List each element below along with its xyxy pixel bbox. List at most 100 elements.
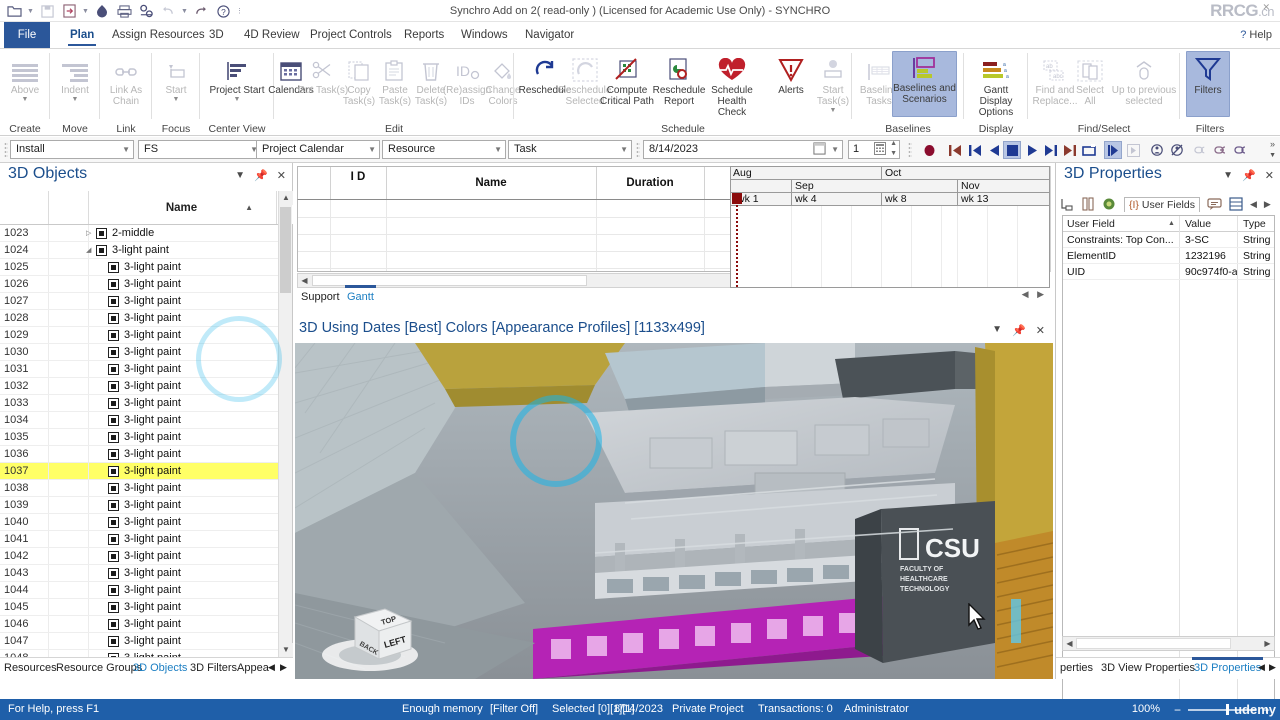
table-row[interactable]: 1046 3-light paint [0,616,279,633]
scroll-up-arrow[interactable]: ▲ [279,191,293,205]
sun-study-off-button[interactable] [1168,141,1186,159]
column-header-name[interactable]: Name [386,167,596,200]
pin-icon[interactable]: 📌 [254,169,268,182]
objects-vertical-scrollbar[interactable]: ▲ ▼ [278,191,293,657]
table-row[interactable]: UID 90c974f0-a... String [1063,264,1274,280]
table-row[interactable]: 1024 ◢ 3-light paint [0,242,279,259]
sun-study-button[interactable] [1148,141,1166,159]
tab-project-controls[interactable]: Project Controls [298,22,404,48]
panel-menu-icon[interactable]: ▼ [235,170,245,181]
scroll-right-arrow[interactable]: ▶ [1261,637,1274,650]
table-row[interactable]: 1027 3-light paint [0,293,279,310]
table-row[interactable]: 1037 3-light paint [0,463,279,480]
resource-type-combo[interactable]: Install ▼ [10,140,134,159]
table-row[interactable]: 1036 3-light paint [0,446,279,463]
toolbar-overflow-icon[interactable]: » ▼ [1269,139,1276,161]
column-header-id[interactable]: I D [330,167,386,200]
ribbon-button-select-all[interactable]: Select All [1070,52,1110,107]
ribbon-button-reschedule-report[interactable]: Reschedule Report [652,52,706,107]
link-view-2-button[interactable] [1212,141,1230,159]
chevron-down-icon[interactable]: ▼ [620,141,628,158]
tab-properties-truncated[interactable]: perties [1060,662,1093,674]
tab-3d[interactable]: 3D [197,22,236,48]
column-header-duration[interactable]: Duration [596,167,704,200]
table-row[interactable]: 1032 3-light paint [0,378,279,395]
ribbon-button-above[interactable]: Above ▼ [0,52,52,104]
table-row[interactable]: 1034 3-light paint [0,412,279,429]
chevron-down-icon[interactable]: ▼ [149,96,203,104]
chevron-down-icon[interactable]: ▼ [0,96,52,104]
columns-icon[interactable] [1081,197,1095,211]
tab-scroll-right-icon[interactable]: ▶ [1264,199,1271,210]
zoom-out-button[interactable]: − [1174,700,1181,720]
table-row[interactable]: 1048 3-light paint [0,650,279,657]
ribbon-button-up-to-previous-selected[interactable]: Up to previous selected [1110,52,1178,107]
list-icon[interactable] [1229,197,1243,211]
ribbon-tabstrip[interactable]: File Plan Assign Resources 3D 4D Review … [0,22,1280,48]
viewport-3d-canvas[interactable]: CSU FACULTY OF HEALTHCARE TECHNOLOGY TOP… [295,343,1053,679]
tab-scroll-left-icon[interactable]: ◀ [268,662,275,673]
twisty-expanded-icon[interactable]: ◢ [86,242,91,259]
tab-resources[interactable]: Resources [4,662,57,674]
toolbar-grip-3[interactable] [908,142,912,158]
keypad-icon[interactable] [874,142,886,155]
ribbon-button-filters[interactable]: Filters [1186,51,1230,117]
go-to-start-button[interactable] [946,141,964,159]
hierarchy-icon[interactable] [1060,197,1074,211]
table-row[interactable]: 1033 3-light paint [0,395,279,412]
tab-scroll-left-icon[interactable]: ◀ [1250,199,1257,210]
spinner-arrows[interactable]: ▲ ▼ [890,139,897,159]
table-row[interactable]: ElementID 1232196 String [1063,248,1274,264]
play-button[interactable] [1023,141,1041,159]
ribbon-button-project-start[interactable]: Project Start ▼ [208,52,266,104]
column-header-type[interactable]: Type [1239,216,1275,232]
scroll-left-arrow[interactable]: ◀ [1063,637,1076,650]
table-row[interactable]: 1026 3-light paint [0,276,279,293]
tab-3d-objects[interactable]: 3D Objects [133,662,187,674]
pin-icon[interactable]: 📌 [1242,169,1256,182]
table-row[interactable]: 1042 3-light paint [0,548,279,565]
comments-icon[interactable] [1207,197,1222,211]
table-row[interactable]: 1040 3-light paint [0,514,279,531]
tab-reports[interactable]: Reports [392,22,456,48]
play-forward-button[interactable] [1104,141,1122,159]
table-row[interactable]: 1035 3-light paint [0,429,279,446]
tab-3d-filters[interactable]: 3D Filters [190,662,237,674]
gantt-timeline[interactable]: Aug Oct Sep Nov wk 1 wk 4 wk 8 wk 13 [730,166,1050,288]
table-row[interactable]: 1023 ▷ 2-middle [0,225,279,242]
scroll-down-arrow[interactable]: ▼ [279,643,293,657]
properties-tab-strip[interactable]: {I} User Fields ◀ ▶ [1060,193,1278,215]
table-row[interactable]: 1038 3-light paint [0,480,279,497]
tab-support[interactable]: Support [301,291,340,303]
step-spinner[interactable]: 1 ▲ ▼ [848,140,900,159]
table-row[interactable]: 1044 3-light paint [0,582,279,599]
scroll-left-arrow[interactable]: ◀ [298,274,311,287]
table-row[interactable]: 1025 3-light paint [0,259,279,276]
zoom-knob[interactable] [1226,704,1229,715]
chevron-down-icon[interactable]: ▼ [368,141,376,158]
link-view-button[interactable] [1192,141,1210,159]
calendar-picker-icon[interactable] [813,142,826,155]
scroll-thumb[interactable] [1076,638,1231,649]
table-row[interactable]: 1041 3-light paint [0,531,279,548]
ribbon-button-indent[interactable]: Indent ▼ [48,52,102,104]
date-field[interactable]: 8/14/2023 ▼ [643,140,843,159]
properties-bottom-tabs[interactable]: perties 3D View Properties 3D Properties… [1056,657,1280,679]
ribbon-button-schedule-health-check[interactable]: Schedule Health Check [702,52,762,118]
tab-user-fields[interactable]: {I} User Fields [1124,196,1200,212]
tab-appearance[interactable]: Appea [237,662,269,674]
table-row[interactable]: 1043 3-light paint [0,565,279,582]
table-row[interactable]: 1039 3-light paint [0,497,279,514]
tab-3d-properties[interactable]: 3D Properties [1191,657,1264,674]
tab-windows[interactable]: Windows [449,22,520,48]
tab-gantt[interactable]: Gantt [345,285,376,303]
tab-3d-view-properties[interactable]: 3D View Properties [1101,662,1195,674]
tab-file[interactable]: File [4,22,50,48]
column-header-value[interactable]: Value [1181,216,1243,232]
column-header-user-field[interactable]: User Field [1063,216,1177,232]
pin-icon[interactable]: 📌 [1012,324,1026,337]
chevron-down-icon[interactable]: ▼ [831,141,839,158]
tab-navigator[interactable]: Navigator [513,22,586,48]
table-row[interactable]: 1029 3-light paint [0,327,279,344]
tab-scroll-left-icon[interactable]: ◀ [1258,662,1265,673]
